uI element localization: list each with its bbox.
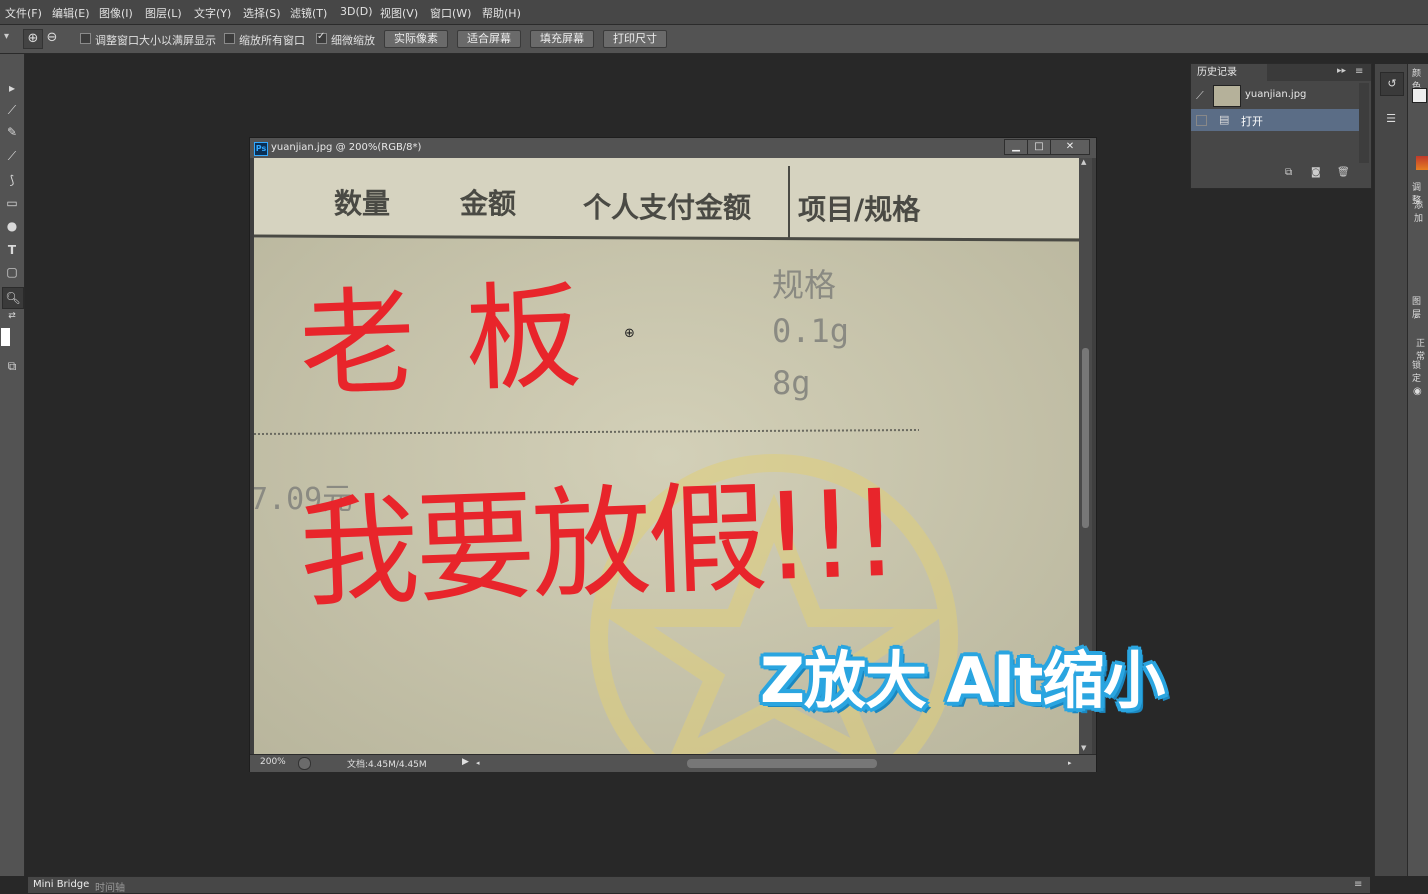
history-tab[interactable]: 历史记录	[1191, 64, 1267, 81]
history-source-checkbox[interactable]	[1196, 115, 1207, 126]
scroll-down-icon[interactable]: ▼	[1081, 744, 1086, 752]
zoom-level[interactable]: 200%	[260, 757, 286, 767]
bottom-panel-bar: Mini Bridge 时间轴 ≡	[28, 876, 1370, 894]
shape-tool-icon[interactable]: ▢	[2, 262, 22, 282]
history-snapshot-row[interactable]: ⟋ yuanjian.jpg	[1191, 83, 1359, 107]
camera-icon[interactable]: ◙	[1311, 167, 1321, 178]
lock-label: 锁定	[1412, 361, 1422, 384]
handwriting-holiday: 我要放假!!!	[297, 464, 898, 625]
history-brush-tool-icon[interactable]: ⟆	[2, 170, 22, 190]
move-tool-icon[interactable]: ▸	[2, 78, 22, 98]
tool-preset-dropdown-icon[interactable]: ▾	[4, 31, 9, 42]
type-tool-icon[interactable]: T	[2, 240, 22, 260]
photoshop-icon: Ps	[254, 142, 268, 156]
receipt-header-personal-pay: 个人支付金额	[583, 191, 752, 224]
zoom-in-icon[interactable]: ⊕	[23, 29, 43, 49]
snapshot-name: yuanjian.jpg	[1245, 89, 1307, 100]
collapse-panel-icon[interactable]: ▸▸	[1337, 66, 1346, 76]
menu-view[interactable]: 视图(V)	[380, 5, 418, 21]
horizontal-scroll-thumb[interactable]	[687, 759, 877, 768]
receipt-spec-value-1: 0.1g	[772, 312, 850, 350]
fit-screen-button[interactable]: 适合屏幕	[457, 30, 521, 48]
zoom-cursor-icon: ⊕	[624, 326, 635, 341]
vertical-scroll-thumb[interactable]	[1082, 348, 1089, 528]
screen-mode-icon[interactable]: ⧉	[2, 356, 22, 376]
menu-layer[interactable]: 图层(L)	[145, 5, 182, 21]
menu-type[interactable]: 文字(Y)	[194, 5, 231, 21]
scroll-up-icon[interactable]: ▲	[1081, 158, 1086, 166]
zoom-all-windows-label: 缩放所有窗口	[239, 34, 305, 47]
properties-panel-icon[interactable]: ☰	[1380, 108, 1402, 130]
fill-screen-button[interactable]: 填充屏幕	[530, 30, 594, 48]
add-adjustment-label: 添加	[1414, 201, 1424, 224]
menu-file[interactable]: 文件(F)	[5, 5, 42, 21]
menu-filter[interactable]: 滤镜(T)	[290, 5, 327, 21]
history-panel-tabbar: 历史记录 ▸▸ ≡	[1191, 64, 1371, 81]
document-icon: ▤	[1219, 113, 1230, 126]
receipt-header-quantity: 数量	[334, 187, 391, 220]
color-ramp[interactable]	[1416, 156, 1428, 170]
quick-select-tool-icon[interactable]: ⟋	[2, 100, 22, 120]
actual-pixels-button[interactable]: 实际像素	[384, 30, 448, 48]
menu-select[interactable]: 选择(S)	[243, 5, 281, 21]
panel-dock-icons: ↺ ☰	[1374, 64, 1407, 876]
history-scrollbar[interactable]	[1359, 83, 1369, 163]
right-panel-strip: 颜色 调整 添加 图层 ⌕ 正常 锁定 ◉	[1407, 64, 1428, 876]
zoom-out-icon[interactable]: ⊖	[43, 29, 61, 47]
print-size-button[interactable]: 打印尺寸	[603, 30, 667, 48]
zoom-all-windows-checkbox[interactable]	[224, 33, 235, 44]
scroll-right-icon[interactable]: ▸	[1068, 759, 1072, 767]
scrubby-zoom-label: 细微缩放	[331, 34, 375, 47]
layer-search-icon[interactable]: ⌕	[1414, 312, 1419, 322]
brush-tool-icon[interactable]: ⟋	[2, 146, 22, 166]
tools-panel: ▸ ⟋ ✎ ⟋ ⟆ ▭ ● T ▢ 🔍︎ ⇄ ⧉	[0, 54, 25, 876]
snapshot-thumbnail	[1213, 85, 1241, 107]
dodge-tool-icon[interactable]: ●	[2, 216, 22, 236]
resize-windows-label: 调整窗口大小以满屏显示	[95, 34, 216, 47]
document-title-bar[interactable]: Ps yuanjian.jpg @ 200%(RGB/8*) ▁ □ ✕	[250, 138, 1096, 158]
document-size: 文档:4.45M/4.45M	[347, 760, 427, 770]
foreground-swatch[interactable]	[1412, 88, 1427, 103]
swap-colors-icon[interactable]: ⇄	[2, 306, 22, 326]
menu-help[interactable]: 帮助(H)	[482, 5, 521, 21]
history-panel-icon[interactable]: ↺	[1380, 72, 1404, 96]
gradient-tool-icon[interactable]: ▭	[2, 193, 22, 213]
history-brush-source-icon[interactable]: ⟋	[1196, 89, 1204, 103]
visibility-eye-icon[interactable]: ◉	[1413, 386, 1422, 397]
scroll-left-icon[interactable]: ◂	[476, 759, 480, 767]
minimize-button[interactable]: ▁	[1004, 139, 1028, 155]
trash-icon[interactable]: 🗑︎	[1337, 167, 1350, 178]
menu-bar: 文件(F) 编辑(E) 图像(I) 图层(L) 文字(Y) 选择(S) 滤镜(T…	[0, 0, 1428, 25]
status-info-icon[interactable]	[298, 757, 311, 770]
receipt-spec-label: 规格	[772, 266, 837, 304]
maximize-button[interactable]: □	[1027, 139, 1051, 155]
receipt-header-item-spec: 项目/规格	[798, 193, 921, 226]
menu-image[interactable]: 图像(I)	[99, 5, 133, 21]
history-step-label: 打开	[1241, 115, 1263, 128]
panel-menu-icon[interactable]: ≡	[1355, 66, 1363, 77]
menu-3d[interactable]: 3D(D)	[340, 5, 373, 18]
options-bar: ▾ ⊕ ⊖ 调整窗口大小以满屏显示 缩放所有窗口 细微缩放 实际像素 适合屏幕 …	[0, 25, 1428, 54]
resize-windows-checkbox[interactable]	[80, 33, 91, 44]
document-status-bar: 200% 文档:4.45M/4.45M ▶ ◂ ▸	[250, 754, 1096, 772]
menu-edit[interactable]: 编辑(E)	[52, 5, 90, 21]
eyedropper-tool-icon[interactable]: ✎	[2, 122, 22, 142]
handwriting-boss: 老板	[297, 267, 634, 414]
new-document-from-state-icon[interactable]: ⧉	[1285, 167, 1292, 178]
receipt-spec-value-2: 8g	[772, 364, 811, 402]
foreground-color-swatch[interactable]	[1, 328, 10, 346]
history-step-open[interactable]: ▤ 打开	[1191, 109, 1359, 131]
status-menu-arrow-icon[interactable]: ▶	[462, 757, 469, 767]
bottom-panel-menu-icon[interactable]: ≡	[1354, 879, 1362, 890]
scrubby-zoom-checkbox[interactable]	[316, 31, 327, 44]
menu-window[interactable]: 窗口(W)	[430, 5, 471, 21]
receipt-header-amount: 金额	[460, 187, 517, 220]
history-panel: 历史记录 ▸▸ ≡ ⟋ yuanjian.jpg ▤ 打开 ⧉ ◙ 🗑︎	[1190, 63, 1372, 189]
tutorial-caption: Z放大 Alt缩小	[760, 644, 1165, 717]
document-title: yuanjian.jpg @ 200%(RGB/8*)	[271, 142, 422, 153]
mini-bridge-tab[interactable]: Mini Bridge	[33, 879, 89, 890]
close-button[interactable]: ✕	[1050, 139, 1090, 155]
